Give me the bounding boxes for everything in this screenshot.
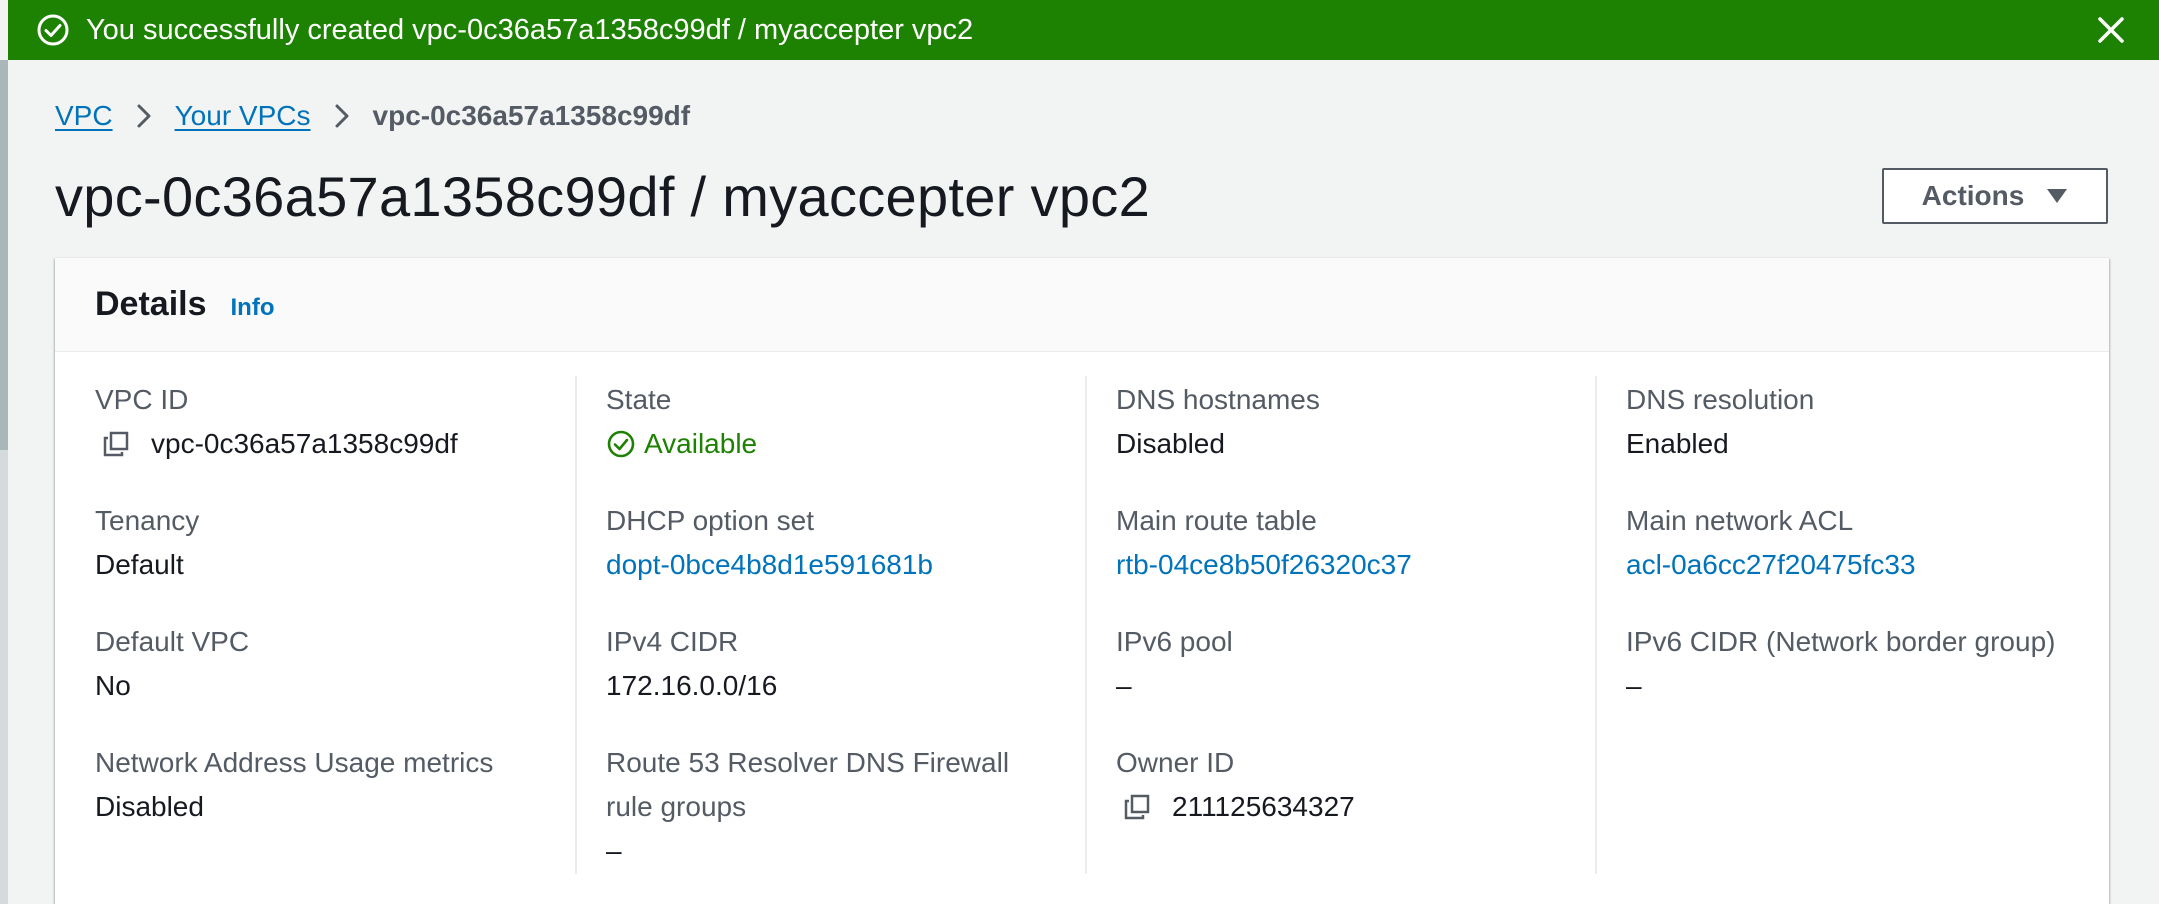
field-label: DNS resolution [1626,384,1815,415]
field-label: State [606,384,672,415]
scrollbar-thumb[interactable] [0,60,8,450]
breadcrumb: VPC Your VPCs vpc-0c36a57a1358c99df [55,96,690,136]
default-vpc-value: No [95,670,131,701]
field-tenancy: Tenancy Default [95,499,605,620]
field-label: VPC ID [95,384,189,415]
field-label: Main route table [1116,505,1317,536]
route53-value: – [606,835,622,866]
field-state: State Available [606,378,1116,499]
field-label: Main network ACL [1626,505,1854,536]
breadcrumb-link-your-vpcs[interactable]: Your VPCs [175,100,311,132]
field-nau-metrics: Network Address Usage metrics Disabled [95,741,605,862]
tenancy-value: Default [95,549,184,580]
info-link[interactable]: Info [231,294,275,322]
dns-hostnames-value: Disabled [1116,428,1225,459]
field-label: Network Address Usage metrics [95,747,494,778]
field-label: DNS hostnames [1116,384,1320,415]
field-value-row: vpc-0c36a57a1358c99df [95,422,605,466]
breadcrumb-link-vpc[interactable]: VPC [55,100,113,132]
chevron-right-icon [333,102,351,130]
details-heading: Details [95,285,207,323]
field-label: Route 53 Resolver DNS Firewall [606,747,1010,778]
field-main-network-acl: Main network ACL acl-0a6cc27f20475fc33 [1626,499,2136,620]
field-ipv6-cidr: IPv6 CIDR (Network border group) – [1626,620,2136,741]
field-label: IPv6 CIDR (Network border group) [1626,626,2056,657]
flash-message: You successfully created vpc-0c36a57a135… [86,13,974,46]
owner-id-value-row: 211125634327 [1116,785,1626,829]
field-label: IPv4 CIDR [606,626,739,657]
dns-resolution-value: Enabled [1626,428,1729,459]
field-label: Default VPC [95,626,250,657]
state-value: Available [644,428,758,459]
field-label: Tenancy [95,505,200,536]
copy-icon[interactable] [1124,794,1150,820]
nau-metrics-value: Disabled [95,791,204,822]
actions-button-label: Actions [1921,180,2025,211]
scrollbar[interactable] [0,60,8,904]
field-vpc-id: VPC ID vpc-0c36a57a1358c99df [95,378,605,499]
field-dns-resolution: DNS resolution Enabled [1626,378,2136,499]
field-owner-id: Owner ID 211125634327 [1116,741,1626,862]
check-circle-icon [36,13,70,47]
field-label: Owner ID [1116,747,1235,778]
chevron-right-icon [135,102,153,130]
ipv4-cidr-value: 172.16.0.0/16 [606,670,778,701]
field-ipv6-pool: IPv6 pool – [1116,620,1626,741]
field-ipv4-cidr: IPv4 CIDR 172.16.0.0/16 [606,620,1116,741]
field-label: IPv6 pool [1116,626,1233,657]
details-column-2: State Available DHCP option set dopt-0bc… [606,352,1116,866]
field-main-route-table: Main route table rtb-04ce8b50f26320c37 [1116,499,1626,620]
page-title: vpc-0c36a57a1358c99df / myaccepter vpc2 [55,165,1151,228]
field-label-line-2: rule groups [606,791,747,822]
success-flash-banner: You successfully created vpc-0c36a57a135… [8,0,2159,60]
details-panel: Details Info VPC ID vpc-0c36a57a1358c99d… [55,258,2109,904]
field-route53: Route 53 Resolver DNS Firewall rule grou… [606,741,1116,866]
main-route-table-link[interactable]: rtb-04ce8b50f26320c37 [1116,543,1626,587]
state-value-row: Available [606,422,1116,466]
status-available-icon [606,429,636,459]
field-label: DHCP option set [606,505,815,536]
details-panel-header: Details Info [55,258,2109,352]
dhcp-option-set-link[interactable]: dopt-0bce4b8d1e591681b [606,543,1116,587]
vpc-id-value: vpc-0c36a57a1358c99df [151,428,458,459]
close-icon[interactable] [2091,10,2131,50]
copy-icon[interactable] [103,431,129,457]
caret-down-icon [2046,188,2068,204]
field-default-vpc: Default VPC No [95,620,605,741]
ipv6-pool-value: – [1116,670,1132,701]
breadcrumb-current: vpc-0c36a57a1358c99df [372,100,691,131]
actions-button[interactable]: Actions [1882,168,2108,224]
details-grid: VPC ID vpc-0c36a57a1358c99df Tenancy Def… [55,352,2109,876]
details-column-4: DNS resolution Enabled Main network ACL … [1626,352,2136,741]
details-column-3: DNS hostnames Disabled Main route table … [1116,352,1626,862]
field-dhcp: DHCP option set dopt-0bce4b8d1e591681b [606,499,1116,620]
field-dns-hostnames: DNS hostnames Disabled [1116,378,1626,499]
details-column-1: VPC ID vpc-0c36a57a1358c99df Tenancy Def… [95,352,605,862]
ipv6-cidr-value: – [1626,670,1642,701]
owner-id-value: 211125634327 [1172,791,1355,822]
main-network-acl-link[interactable]: acl-0a6cc27f20475fc33 [1626,543,2136,587]
